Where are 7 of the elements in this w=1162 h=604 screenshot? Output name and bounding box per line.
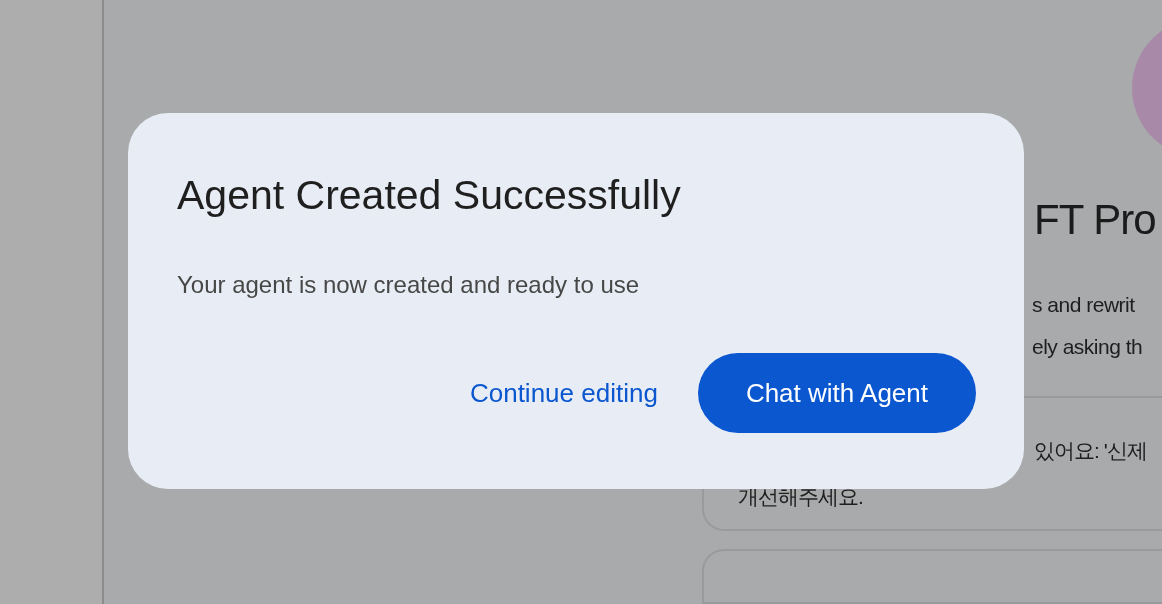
dialog-message: Your agent is now created and ready to use <box>177 270 641 300</box>
prompt-text: 있어요: '신제 <box>1034 438 1148 464</box>
agent-title: FT Pro <box>1034 195 1157 245</box>
description-text: ely asking th <box>1032 334 1144 360</box>
description-text: s and rewrit <box>1032 292 1136 318</box>
prompt-text: 개선해주세요. <box>738 484 864 510</box>
dialog-title: Agent Created Successfully <box>177 171 682 219</box>
